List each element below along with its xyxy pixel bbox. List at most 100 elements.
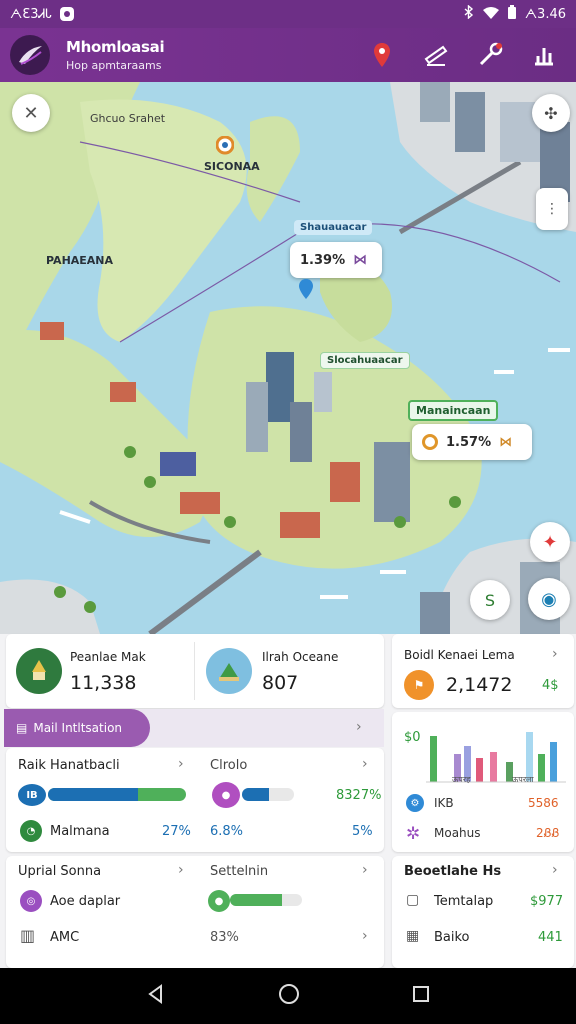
banner-pill[interactable]: ▤ Mail Intltsation	[4, 709, 150, 747]
map-canvas	[0, 82, 576, 634]
my-location-button[interactable]: ◉	[528, 578, 570, 620]
bubble-2-trend-icon: ⋈	[499, 434, 513, 450]
map-tag-green-2[interactable]: Manaincaan	[408, 400, 499, 421]
stat-left-title: Peanlae Mak	[70, 650, 146, 664]
chevron-right-icon[interactable]: ›	[362, 756, 368, 772]
stat-mid-title: Ilrah Oceane	[262, 650, 339, 664]
battery-icon	[507, 5, 517, 23]
recents-icon[interactable]	[412, 985, 430, 1007]
status-time-right: ᗅ3.46	[524, 6, 566, 22]
row-2-value-right: 5%	[352, 824, 373, 839]
bluetooth-icon	[463, 4, 475, 23]
info-button[interactable]: ⋮	[536, 188, 568, 230]
info-icon: ⋮	[545, 201, 559, 217]
chart-icon[interactable]	[528, 39, 560, 71]
stat-left-value: 11,338	[70, 672, 137, 694]
row-1-right-icon: ●	[212, 782, 240, 808]
row-1-icon: IB	[18, 784, 46, 806]
home-icon[interactable]	[278, 983, 300, 1009]
map-view[interactable]: ✕ ✣ ⋮ ✦ S ◉ Ghcuo Srahet SICONAA PAHAEAN…	[0, 82, 576, 634]
chevron-right-icon[interactable]: ›	[362, 928, 368, 944]
row-1-purple-icon: ◎	[20, 890, 42, 912]
navigate-icon: ✦	[542, 531, 558, 553]
location-icon: ◉	[541, 588, 557, 610]
list-1-right-title: Clrolo	[210, 758, 248, 773]
layers-button[interactable]: S	[470, 580, 510, 620]
progress-bar-2	[242, 788, 294, 801]
bubble-2-value: 1.57%	[446, 434, 492, 450]
list-2-row-2-label: AMC	[50, 930, 80, 945]
stat-right-value: 2,1472	[446, 674, 513, 696]
legend-1-icon: ⚙	[406, 794, 424, 812]
map-bubble-1[interactable]: 1.39% ⋈	[290, 242, 382, 278]
list-card-1[interactable]: Raik Hanatbacli › Clrolo › IB ● 8327% ◔ …	[6, 748, 384, 852]
calendar-icon: ▦	[406, 928, 420, 944]
temple-icon	[16, 648, 62, 694]
list-1-left-title: Raik Hanatbacli	[18, 758, 120, 773]
map-marker-blue-icon[interactable]	[298, 278, 314, 304]
list-card-3[interactable]: Beoetlahe Hs › ▢ Temtalap $977 ▦ Baiko 4…	[392, 856, 574, 968]
stats-card[interactable]: Peanlae Mak 11,338 Ilrah Oceane 807	[6, 634, 384, 708]
progress-bar-2-fill	[242, 788, 270, 801]
bubble-1-value: 1.39%	[300, 252, 346, 268]
legend-2-icon: ✲	[406, 824, 421, 844]
chart-y-label: $0	[404, 730, 421, 745]
status-time-left: ᗅƐ3ᏗᏓ	[10, 6, 52, 22]
wrench-icon[interactable]	[474, 39, 506, 71]
progress-bar-1	[48, 788, 186, 801]
map-bubble-2[interactable]: 1.57% ⋈	[412, 424, 532, 460]
stat-right-title: Boidl Kenaei Lema	[404, 648, 515, 662]
chevron-right-icon[interactable]: ›	[362, 862, 368, 878]
navigate-button[interactable]: ✦	[530, 522, 570, 562]
chevron-right-icon[interactable]: ›	[552, 862, 558, 878]
island-icon	[206, 648, 252, 694]
chevron-right-icon[interactable]: ›	[178, 862, 184, 878]
list-2-left-title: Uprial Sonna	[18, 864, 102, 879]
map-pin-icon[interactable]	[215, 135, 235, 162]
building-icon: ▥	[20, 926, 36, 945]
banner-house-icon: ▤	[16, 721, 28, 735]
close-map-button[interactable]: ✕	[12, 94, 50, 132]
app-logo-icon[interactable]	[10, 35, 50, 75]
legend-1-value: 5586	[528, 796, 559, 810]
bar-chart	[426, 732, 566, 783]
chart-card[interactable]: $0 ऊपरह ऊपरला ⚙ IKB 5586 ✲ Moahus 2ᏰᏰ	[392, 712, 574, 852]
list-3-row-1-value: $977	[530, 894, 564, 909]
row-1-right-value: 8327%	[336, 788, 382, 803]
list-3-row-2-value: 441	[538, 930, 563, 945]
legend-2-label: Moahus	[434, 826, 481, 840]
list-2-row-1-label: Aoe daplar	[50, 894, 121, 909]
recenter-button[interactable]: ✣	[532, 94, 570, 132]
chevron-right-icon[interactable]: ›	[552, 646, 558, 662]
back-icon[interactable]	[146, 984, 166, 1008]
list-3-row-2-label: Baiko	[434, 930, 470, 945]
legend-1-label: IKB	[434, 796, 454, 810]
wifi-icon	[482, 6, 499, 23]
row-2-label: Malmana	[50, 824, 110, 839]
app-bar: Mhomloasai Hop apmtaraams	[0, 28, 576, 82]
document-icon: ▢	[406, 892, 420, 908]
status-bar: ᗅƐ3ᏗᏓ ᗅ3.46	[0, 0, 576, 28]
location-pin-icon[interactable]	[366, 39, 398, 71]
progress-bar-1-fill	[48, 788, 138, 801]
banner-row[interactable]: ▤ Mail Intltsation ›	[4, 709, 384, 747]
close-icon: ✕	[23, 102, 39, 124]
compass-icon: ✣	[544, 103, 558, 123]
stat-right-card[interactable]: Boidl Kenaei Lema › ⚑ 2,1472 4$	[392, 634, 574, 708]
stat-mid-value: 807	[262, 672, 299, 694]
legend-2-value: 2ᏰᏰ	[536, 826, 560, 840]
app-screen: ᗅƐ3ᏗᏓ ᗅ3.46 Mhomloasai Hop apmtaraams ✕ …	[0, 0, 576, 1024]
bubble-2-ring-icon	[422, 434, 438, 450]
ticket-icon[interactable]	[420, 39, 452, 71]
chevron-right-icon[interactable]: ›	[356, 719, 362, 735]
map-label-top: Ghcuo Srahet	[90, 112, 166, 125]
map-tag-blue[interactable]: Shauauacar	[294, 220, 373, 235]
banner-label: Mail Intltsation	[33, 721, 123, 735]
map-tag-green[interactable]: Slocahuaacar	[320, 352, 410, 369]
list-2-row-2-value: 83%	[210, 930, 239, 945]
app-subtitle: Hop apmtaraams	[66, 59, 162, 72]
list-2-right-title: Settelnin	[210, 864, 269, 879]
row-1-green-icon: ●	[208, 890, 230, 912]
list-card-2[interactable]: Uprial Sonna › Settelnin › ◎ Aoe daplar …	[6, 856, 384, 968]
chevron-right-icon[interactable]: ›	[178, 756, 184, 772]
